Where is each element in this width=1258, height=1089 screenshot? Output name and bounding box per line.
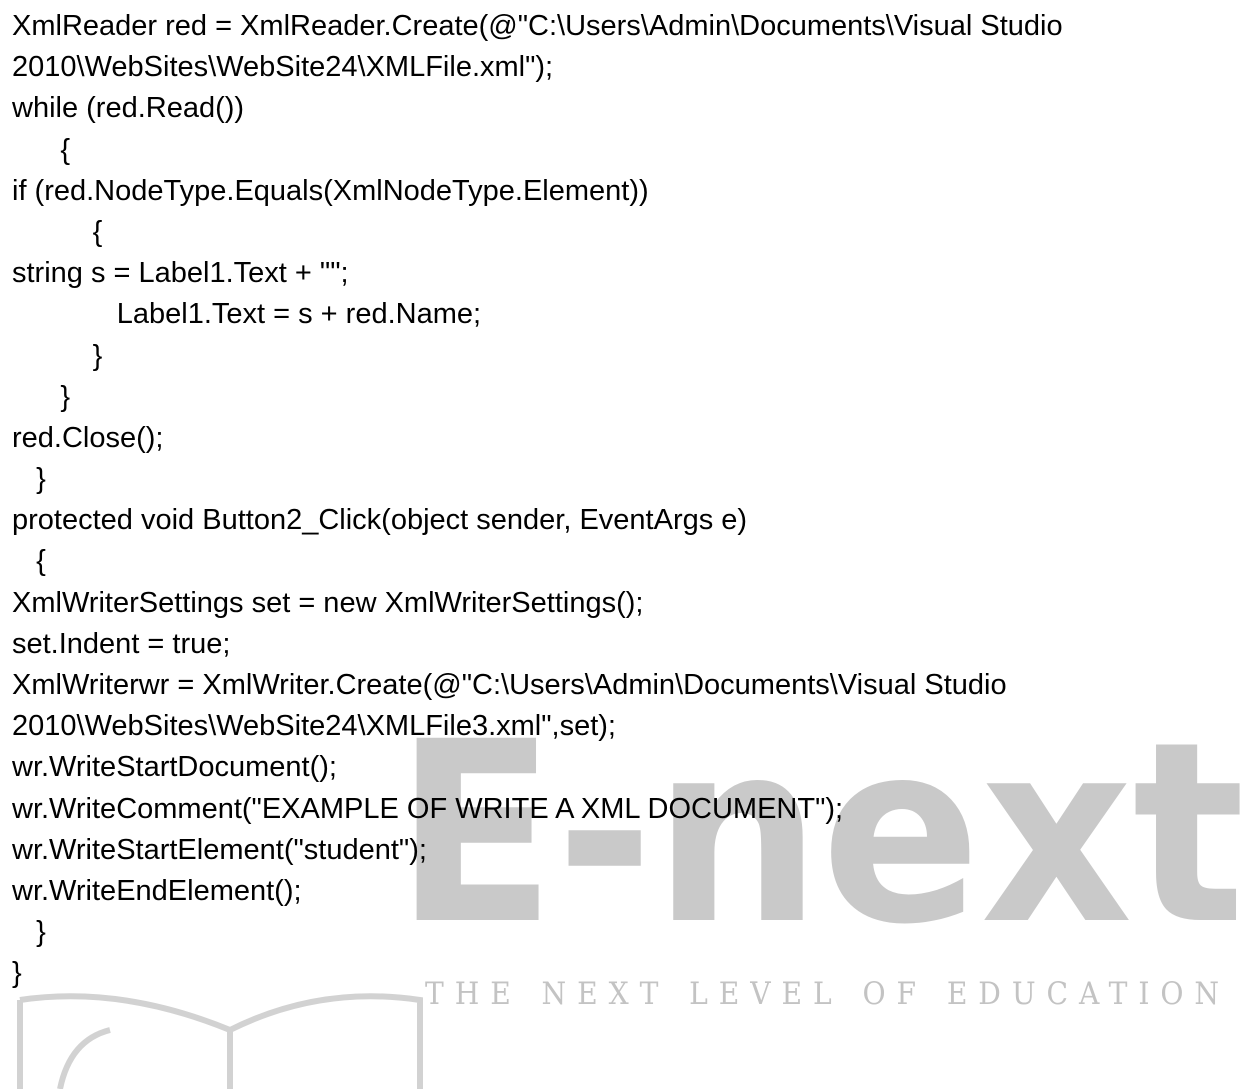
code-line: XmlWriterwr = XmlWriter.Create(@"C:\User… <box>12 669 1007 701</box>
code-line: } <box>12 916 46 949</box>
code-line: wr.WriteStartElement("student"); <box>12 833 427 866</box>
code-line: { <box>12 133 71 166</box>
code-line: wr.WriteStartDocument(); <box>12 751 337 784</box>
code-line: { <box>12 545 46 578</box>
code-line: wr.WriteEndElement(); <box>12 874 302 907</box>
book-logo-icon <box>17 993 423 1089</box>
code-line: { <box>12 215 103 248</box>
code-line: } <box>12 380 71 413</box>
code-line: XmlReader red = XmlReader.Create(@"C:\Us… <box>12 10 1063 42</box>
code-line: } <box>12 339 103 372</box>
code-line: red.Close(); <box>12 421 164 454</box>
code-line: string s = Label1.Text + ""; <box>12 257 349 290</box>
code-listing: XmlReader red = XmlReader.Create(@"C:\Us… <box>0 0 1258 995</box>
code-line: XmlWriterSettings set = new XmlWriterSet… <box>12 586 644 619</box>
code-line: protected void Button2_Click(object send… <box>12 504 748 537</box>
code-line: wr.WriteComment("EXAMPLE OF WRITE A XML … <box>12 792 844 825</box>
code-line: } <box>12 463 46 496</box>
code-line: 2010\WebSites\WebSite24\XMLFile3.xml",se… <box>12 710 616 743</box>
code-line: Label1.Text = s + red.Name; <box>12 298 482 331</box>
code-line: } <box>12 957 22 990</box>
code-line: while (red.Read()) <box>12 92 245 125</box>
code-line: set.Indent = true; <box>12 627 231 660</box>
code-line: 2010\WebSites\WebSite24\XMLFile.xml"); <box>12 51 554 84</box>
code-line: if (red.NodeType.Equals(XmlNodeType.Elem… <box>12 174 649 207</box>
